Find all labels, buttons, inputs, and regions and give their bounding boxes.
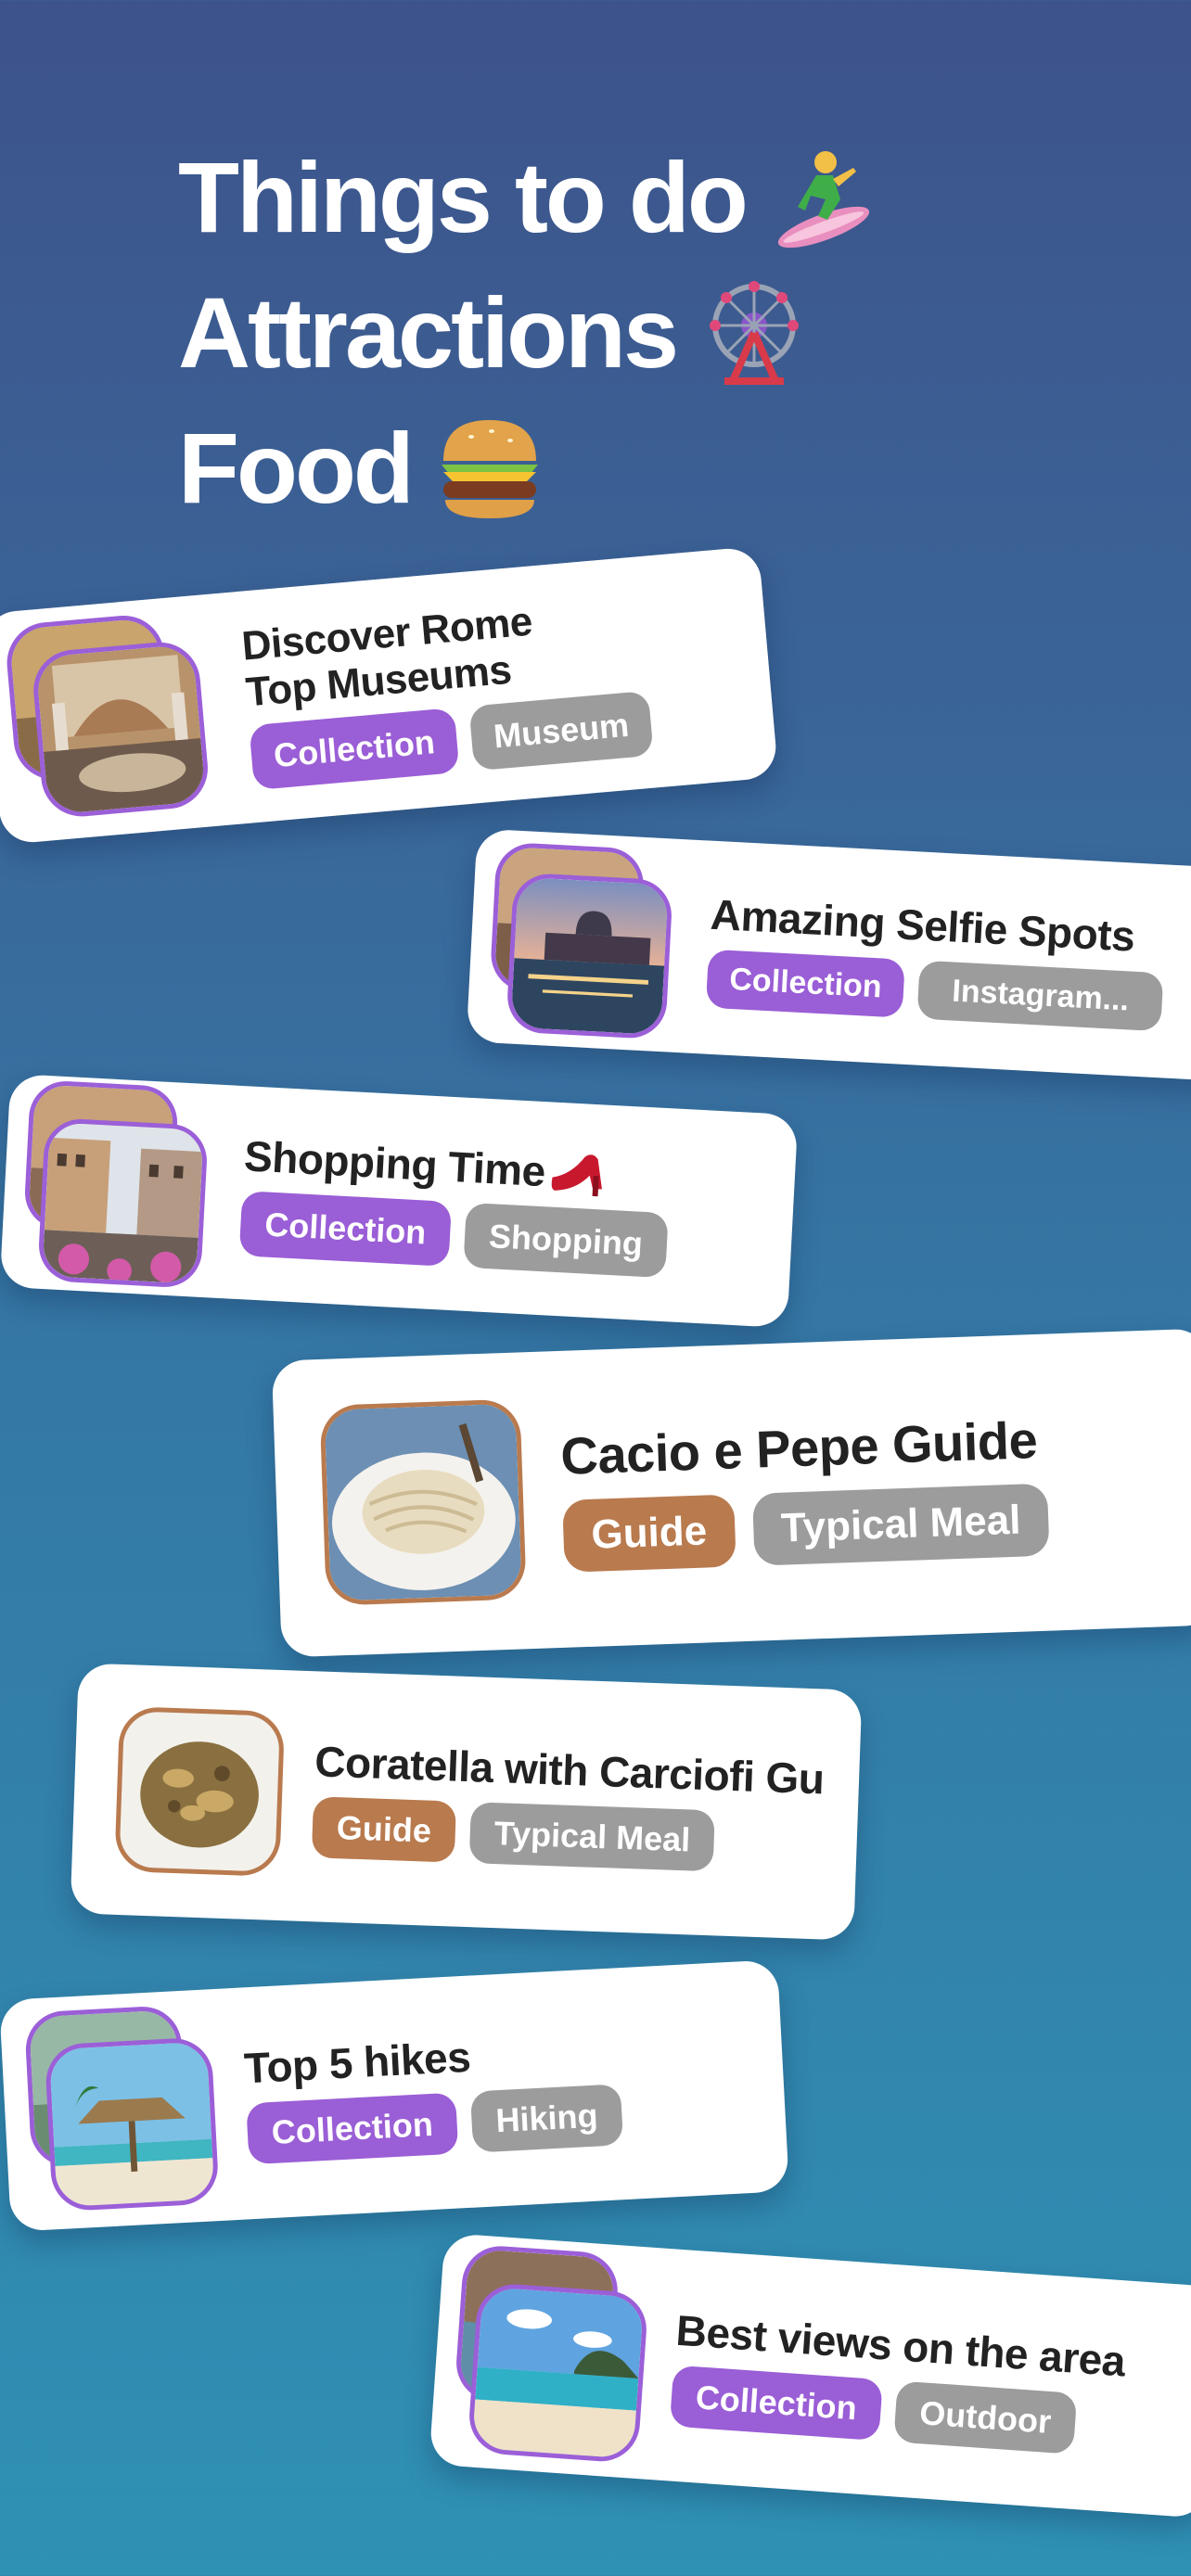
cacio-e-pepe-photo (319, 1398, 527, 1606)
coratella-photo (114, 1705, 286, 1878)
guide-tag[interactable]: Guide (562, 1494, 736, 1573)
card-title: Shopping Time (242, 1131, 547, 1196)
beach-hut-photo (44, 2036, 220, 2213)
ferris-wheel-emoji-icon (710, 281, 800, 385)
collection-tag[interactable]: Collection (705, 949, 906, 1018)
collection-tag[interactable]: Collection (669, 2365, 883, 2442)
category-tag[interactable]: Instagram... (916, 960, 1164, 1031)
headline-line-attractions: Attractions (178, 276, 679, 389)
card-title: Coratella with Carciofi Gu (314, 1737, 826, 1804)
headline-food: Food (178, 401, 879, 536)
guide-tag[interactable]: Guide (311, 1796, 457, 1863)
category-tag[interactable]: Hiking (469, 2084, 624, 2153)
surfer-emoji-icon (777, 151, 869, 249)
high-heel-emoji-icon (551, 1154, 602, 1197)
card-best-views[interactable]: Best views on the area Collection Outdoo… (429, 2233, 1191, 2519)
card-amazing-selfie-spots[interactable]: Amazing Selfie Spots Collection Instagra… (466, 828, 1191, 1082)
category-tag[interactable]: Outdoor (893, 2380, 1078, 2455)
tropical-beach-photo (467, 2281, 649, 2465)
card-title: Top 5 hikes (242, 2032, 472, 2093)
collection-tag[interactable]: Collection (246, 2092, 459, 2165)
card-shopping-time[interactable]: Shopping Time Collection Shopping (0, 1073, 799, 1329)
card-top-5-hikes[interactable]: Top 5 hikes Collection Hiking (0, 1959, 789, 2232)
card-coratella-with-carciofi[interactable]: Coratella with Carciofi Gu Guide Typical… (70, 1663, 863, 1941)
card-cacio-e-pepe-guide[interactable]: Cacio e Pepe Guide Guide Typical Meal (271, 1328, 1191, 1658)
card-discover-rome[interactable]: Discover Rome Top Museums Collection Mus… (0, 545, 779, 846)
category-tag[interactable]: Shopping (463, 1202, 669, 1279)
spanish-steps-photo (36, 1116, 209, 1289)
category-tag[interactable]: Typical Meal (751, 1483, 1050, 1566)
category-tag[interactable]: Museum (468, 690, 654, 772)
burger-emoji-icon (441, 420, 538, 518)
category-tag[interactable]: Typical Meal (468, 1802, 716, 1872)
collection-tag[interactable]: Collection (238, 1191, 453, 1267)
headline-attractions: Attractions (178, 265, 879, 401)
card-title: Cacio e Pepe Guide (559, 1409, 1039, 1486)
collection-tag[interactable]: Collection (249, 708, 460, 791)
museum-photo (30, 639, 211, 821)
headline-line-food: Food (178, 412, 415, 524)
headline-line-things-to-do: Things to do (178, 141, 749, 253)
headline: Things to do Attractions Food (178, 130, 879, 536)
headline-things-to-do: Things to do (178, 130, 879, 265)
vatican-photo (506, 872, 673, 1040)
